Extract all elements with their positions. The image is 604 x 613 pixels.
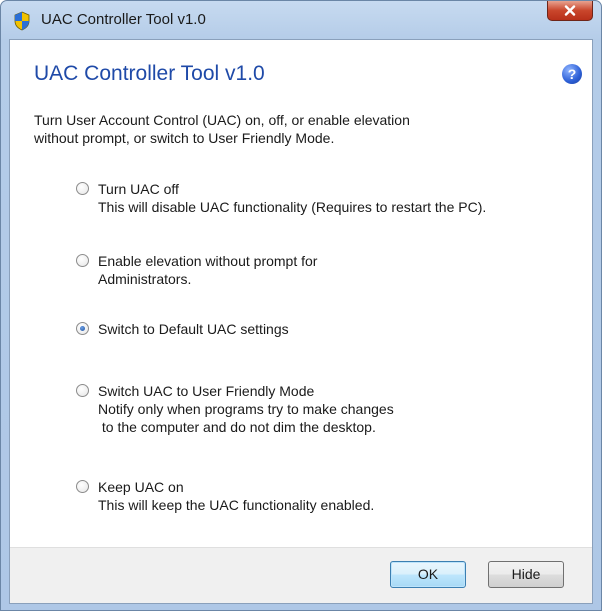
option-default-uac[interactable]: Switch to Default UAC settings — [76, 320, 289, 338]
button-bar: OK Hide — [10, 547, 592, 603]
ok-button[interactable]: OK — [390, 561, 466, 588]
description-line: Turn User Account Control (UAC) on, off,… — [34, 112, 410, 128]
radio-user-friendly[interactable] — [76, 384, 89, 397]
dialog-window: UAC Controller Tool v1.0 UAC Controller … — [0, 0, 602, 611]
option-detail: This will disable UAC functionality (Req… — [98, 199, 487, 215]
title-bar[interactable]: UAC Controller Tool v1.0 — [1, 1, 601, 39]
uac-shield-icon — [14, 11, 30, 31]
dialog-content: UAC Controller Tool v1.0 ? Turn User Acc… — [9, 39, 593, 604]
help-icon[interactable]: ? — [562, 64, 582, 84]
radio-keep-uac-on[interactable] — [76, 480, 89, 493]
page-title: UAC Controller Tool v1.0 — [34, 62, 265, 85]
option-detail: Notify only when programs try to make ch… — [98, 401, 394, 417]
option-title: Keep UAC on — [98, 479, 184, 495]
option-title: Enable elevation without prompt for — [98, 253, 318, 269]
description: Turn User Account Control (UAC) on, off,… — [34, 111, 554, 147]
radio-turn-uac-off[interactable] — [76, 182, 89, 195]
hide-button[interactable]: Hide — [488, 561, 564, 588]
option-enable-elevation[interactable]: Enable elevation without prompt for Admi… — [76, 252, 318, 288]
option-title: Switch UAC to User Friendly Mode — [98, 383, 315, 399]
option-keep-uac-on[interactable]: Keep UAC on This will keep the UAC funct… — [76, 478, 375, 514]
option-title: Turn UAC off — [98, 181, 179, 197]
window-title: UAC Controller Tool v1.0 — [41, 11, 206, 28]
description-line: without prompt, or switch to User Friend… — [34, 130, 335, 146]
option-title: Switch to Default UAC settings — [98, 321, 289, 337]
option-detail: Administrators. — [98, 271, 192, 287]
option-detail: This will keep the UAC functionality ena… — [98, 497, 375, 513]
radio-default-uac[interactable] — [76, 322, 89, 335]
close-icon — [564, 5, 576, 16]
option-detail: to the computer and do not dim the deskt… — [98, 419, 376, 435]
option-turn-uac-off[interactable]: Turn UAC off This will disable UAC funct… — [76, 180, 487, 216]
option-user-friendly[interactable]: Switch UAC to User Friendly Mode Notify … — [76, 382, 394, 436]
close-button[interactable] — [547, 1, 593, 21]
radio-enable-elevation[interactable] — [76, 254, 89, 267]
